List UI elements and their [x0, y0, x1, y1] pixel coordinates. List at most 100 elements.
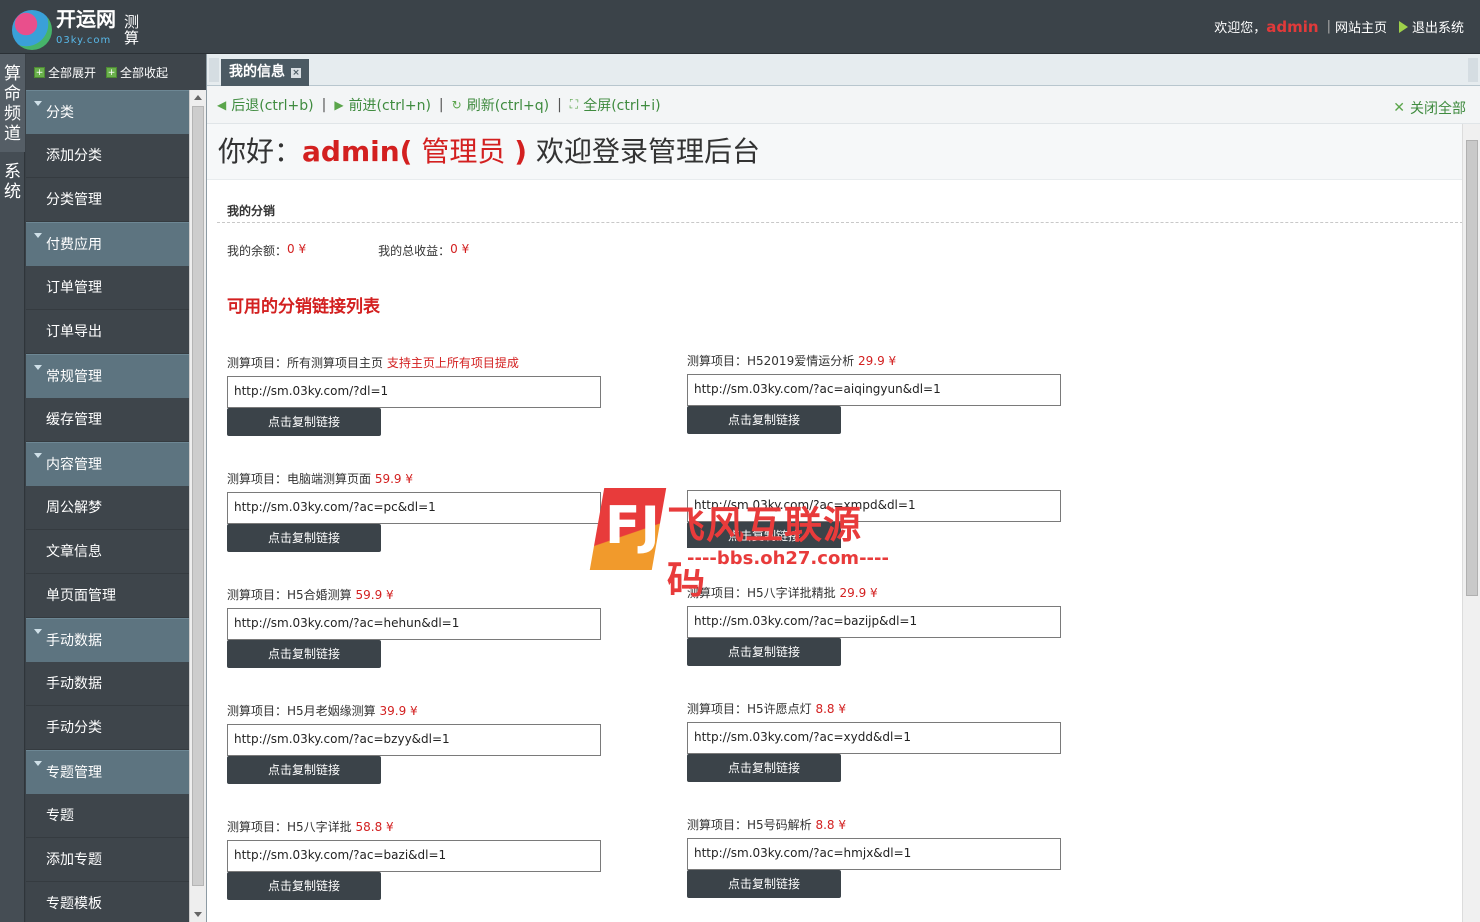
link-url-field[interactable]: http://sm.03ky.com/?ac=bazijp&dl=1	[687, 606, 1061, 638]
link-url-field[interactable]: http://sm.03ky.com/?dl=1	[227, 376, 601, 408]
nav-toolbar: ◀ 后退(ctrl+b) | ▶ 前进(ctrl+n) | ↻ 刷新(ctrl+…	[207, 86, 1480, 124]
copy-link-button[interactable]: 点击复制链接	[227, 408, 381, 436]
menu-item-dream[interactable]: 周公解梦	[26, 486, 189, 530]
menu-item-add-topic[interactable]: 添加专题	[26, 838, 189, 882]
link-url-field[interactable]: http://sm.03ky.com/?ac=hmjx&dl=1	[687, 838, 1061, 870]
expand-all-button[interactable]: + 全部展开	[34, 64, 96, 81]
logo-icon	[12, 10, 52, 50]
logout-link[interactable]: 退出系统	[1412, 17, 1464, 36]
link-card: 测算项目：H5月老姻缘测算 39.9 ¥ http://sm.03ky.com/…	[227, 702, 607, 784]
site-home-link[interactable]: 网站主页	[1335, 17, 1387, 36]
copy-link-button[interactable]: 点击复制链接	[227, 872, 381, 900]
menu-item-cache-manage[interactable]: 缓存管理	[26, 398, 189, 442]
copy-link-button[interactable]: 点击复制链接	[227, 756, 381, 784]
link-url-field[interactable]: http://sm.03ky.com/?ac=pc&dl=1	[227, 492, 601, 524]
main-scrollbar[interactable]	[1462, 124, 1480, 922]
brand-name: 开运网	[56, 7, 116, 31]
channel-tab-system[interactable]: 系统	[0, 152, 25, 202]
sidebar: + 全部展开 + 全部收起 分类 添加分类 分类管理 付费应用 订单管理 订单导…	[26, 54, 206, 922]
menu-item-manual-data[interactable]: 手动数据	[26, 662, 189, 706]
forward-arrow-icon: ▶	[334, 97, 344, 112]
menu-group-content[interactable]: 内容管理	[26, 442, 189, 486]
collapse-icon: +	[106, 66, 118, 78]
fullscreen-icon: ⛶	[569, 97, 579, 111]
refresh-icon: ↻	[451, 97, 462, 112]
tab-close-icon[interactable]: ×	[291, 67, 301, 78]
brand-logo[interactable]: 开运网 03ky.com 测算	[12, 8, 140, 52]
menu-item-order-export[interactable]: 订单导出	[26, 310, 189, 354]
brand-side-label: 测算	[124, 13, 140, 47]
link-card: 测算项目：H5合婚测算 59.9 ¥ http://sm.03ky.com/?a…	[227, 586, 607, 668]
menu-group-category[interactable]: 分类	[26, 90, 189, 134]
back-button[interactable]: ◀ 后退(ctrl+b)	[217, 95, 314, 115]
expand-icon: +	[34, 66, 45, 78]
welcome-prefix: 欢迎您，	[1214, 21, 1267, 36]
welcome-user: admin(	[302, 135, 413, 168]
welcome-role: 管理员	[412, 135, 515, 168]
tab-bar: 我的信息 ×	[207, 54, 1480, 86]
collapse-all-button[interactable]: + 全部收起	[106, 64, 168, 81]
divider	[217, 222, 1463, 223]
earnings-value: 0 ¥	[450, 242, 470, 256]
fullscreen-button[interactable]: ⛶ 全屏(ctrl+i)	[570, 95, 661, 115]
menu-group-paid-apps[interactable]: 付费应用	[26, 222, 189, 266]
link-url-field[interactable]: http://sm.03ky.com/?ac=aiqingyun&dl=1	[687, 374, 1061, 406]
menu-item-order-manage[interactable]: 订单管理	[26, 266, 189, 310]
top-header: 开运网 03ky.com 测算 欢迎您， admin | 网站主页 退出系统	[0, 0, 1480, 54]
refresh-button[interactable]: ↻ 刷新(ctrl+q)	[452, 95, 549, 115]
sidebar-tools: + 全部展开 + 全部收起	[26, 54, 206, 90]
user-area: 欢迎您， admin | 网站主页 退出系统	[1214, 17, 1464, 37]
close-icon: ✕	[1393, 100, 1405, 116]
menu-item-topic-template[interactable]: 专题模板	[26, 882, 189, 922]
tab-scroll-right-icon[interactable]	[1468, 58, 1478, 82]
menu-group-topics[interactable]: 专题管理	[26, 750, 189, 794]
balance-value: 0 ¥	[287, 242, 307, 256]
link-card: 测算项目：电脑端测算页面 59.9 ¥ http://sm.03ky.com/?…	[227, 470, 607, 552]
copy-link-button[interactable]: 点击复制链接	[687, 406, 841, 434]
scroll-down-icon[interactable]	[194, 912, 202, 917]
section-title: 我的分销	[227, 204, 276, 218]
page-title: 你好：admin( 管理员 ) 欢迎登录管理后台	[207, 124, 1463, 180]
current-user: admin	[1266, 17, 1319, 36]
scroll-up-icon[interactable]	[194, 95, 202, 100]
link-card: 测算项目：H52019爱情运分析 29.9 ¥ http://sm.03ky.c…	[687, 352, 1067, 434]
copy-link-button[interactable]: 点击复制链接	[687, 754, 841, 782]
copy-link-button[interactable]: 点击复制链接	[687, 870, 841, 898]
menu-item-single-page[interactable]: 单页面管理	[26, 574, 189, 618]
forward-button[interactable]: ▶ 前进(ctrl+n)	[334, 95, 431, 115]
page-content: 你好：admin( 管理员 ) 欢迎登录管理后台 我的分销 我的余额： 0 ¥ 我…	[207, 124, 1463, 922]
sidebar-scrollbar[interactable]	[189, 90, 206, 922]
link-card: 测算项目：H5号码解析 8.8 ¥ http://sm.03ky.com/?ac…	[687, 816, 1067, 898]
tab-my-info[interactable]: 我的信息 ×	[221, 59, 309, 86]
menu-group-manual-data[interactable]: 手动数据	[26, 618, 189, 662]
balance-summary: 我的余额： 0 ¥ 我的总收益： 0 ¥	[227, 242, 470, 258]
link-url-field[interactable]: http://sm.03ky.com/?ac=bazi&dl=1	[227, 840, 601, 872]
main-scroll-thumb[interactable]	[1466, 140, 1478, 596]
watermark-url: ----bbs.oh27.com----	[681, 548, 895, 569]
menu-item-topic[interactable]: 专题	[26, 794, 189, 838]
link-card: 测算项目：H5许愿点灯 8.8 ¥ http://sm.03ky.com/?ac…	[687, 700, 1067, 782]
menu-item-manual-category[interactable]: 手动分类	[26, 706, 189, 750]
link-url-field[interactable]: http://sm.03ky.com/?ac=bzyy&dl=1	[227, 724, 601, 756]
main-panel: 我的信息 × ◀ 后退(ctrl+b) | ▶ 前进(ctrl+n) | ↻ 刷…	[206, 54, 1480, 922]
link-card: 测算项目：H5八字详批 58.8 ¥ http://sm.03ky.com/?a…	[227, 818, 607, 900]
copy-link-button[interactable]: 点击复制链接	[227, 524, 381, 552]
menu-item-category-manage[interactable]: 分类管理	[26, 178, 189, 222]
menu-item-articles[interactable]: 文章信息	[26, 530, 189, 574]
brand-domain: 03ky.com	[56, 35, 112, 46]
tab-scroll-left-icon[interactable]	[209, 58, 219, 82]
watermark: FJ 飞风互联源码 ----bbs.oh27.com----	[589, 486, 897, 602]
channel-strip: 算命频道 系统	[0, 54, 25, 922]
back-arrow-icon: ◀	[217, 97, 227, 112]
menu-item-add-category[interactable]: 添加分类	[26, 134, 189, 178]
link-url-field[interactable]: http://sm.03ky.com/?ac=xydd&dl=1	[687, 722, 1061, 754]
menu-group-general[interactable]: 常规管理	[26, 354, 189, 398]
channel-tab-fortune[interactable]: 算命频道	[0, 54, 25, 152]
copy-link-button[interactable]: 点击复制链接	[227, 640, 381, 668]
link-list-title: 可用的分销链接列表	[227, 297, 380, 317]
sidebar-scroll-thumb[interactable]	[192, 106, 204, 886]
close-all-button[interactable]: ✕ 关闭全部	[1393, 98, 1466, 118]
copy-link-button[interactable]: 点击复制链接	[687, 638, 841, 666]
link-card: 测算项目：所有测算项目主页 支持主页上所有项目提成 http://sm.03ky…	[227, 354, 607, 436]
link-url-field[interactable]: http://sm.03ky.com/?ac=hehun&dl=1	[227, 608, 601, 640]
